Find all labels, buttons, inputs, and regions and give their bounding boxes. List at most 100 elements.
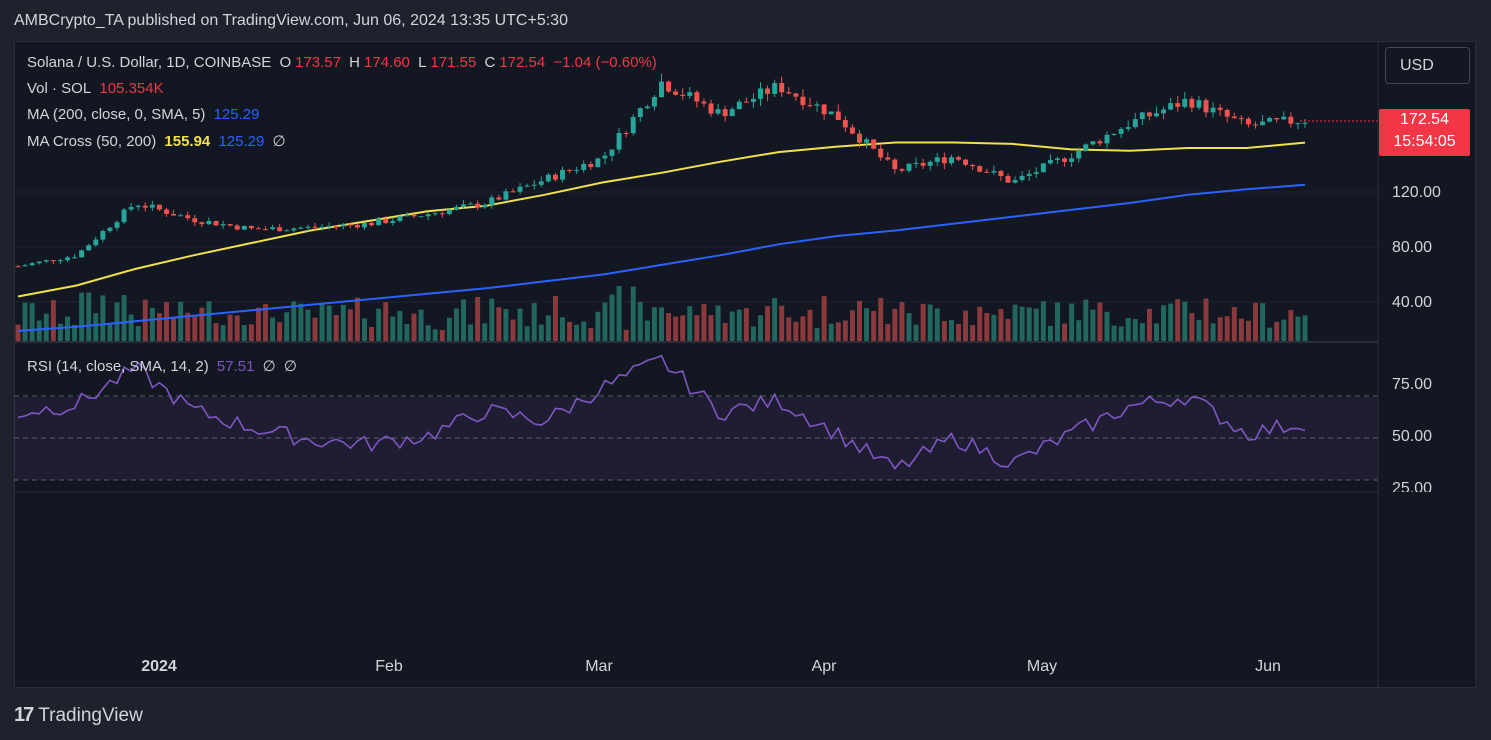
high-label: H 174.60 xyxy=(349,54,410,71)
price-tick: 120.00 xyxy=(1392,184,1441,201)
currency-button[interactable]: USD xyxy=(1385,47,1470,84)
candle-body xyxy=(941,157,947,164)
candle-body xyxy=(199,222,205,225)
candle-body xyxy=(284,230,290,232)
candle-body xyxy=(432,213,438,215)
rsi-tick: 75.00 xyxy=(1392,376,1433,393)
volume-bar xyxy=(206,301,212,342)
date-tick: May xyxy=(1026,658,1058,675)
candle-body xyxy=(1295,123,1301,125)
candle-body xyxy=(305,226,311,228)
candle-body xyxy=(326,226,332,228)
volume-bar xyxy=(680,315,686,342)
volume-bar xyxy=(1302,315,1308,342)
volume-bar xyxy=(772,298,778,342)
volume-bar xyxy=(920,303,926,342)
candle-body xyxy=(552,174,558,180)
volume-bar xyxy=(164,302,169,342)
legend-volume[interactable]: Vol · SOL 105.354K xyxy=(27,80,168,97)
candle-body xyxy=(496,197,502,200)
tradingview-footer[interactable]: 17 TradingView xyxy=(14,704,143,727)
candle-body xyxy=(1069,158,1075,162)
volume-bar xyxy=(468,324,474,342)
candle-body xyxy=(602,155,608,159)
volume-bar xyxy=(475,296,481,342)
candle-body xyxy=(1139,112,1145,120)
legend-ohlc[interactable]: Solana / U.S. Dollar, 1D, COINBASE O 173.… xyxy=(27,54,661,71)
volume-bar xyxy=(864,308,870,342)
volume-bar xyxy=(1189,313,1195,342)
volume-bar xyxy=(192,316,198,342)
volume-bar xyxy=(849,310,855,342)
volume-bar xyxy=(857,300,862,342)
candle-body xyxy=(418,216,424,218)
candle-body xyxy=(871,139,877,149)
volume-bar xyxy=(828,323,834,342)
candle-body xyxy=(277,227,283,232)
volume-bar xyxy=(390,316,396,342)
volume-bar xyxy=(156,313,162,342)
candle-body xyxy=(948,157,954,164)
candle-body xyxy=(36,261,42,264)
candle-body xyxy=(79,250,85,258)
volume-bar xyxy=(397,310,403,342)
candle-body xyxy=(72,257,78,259)
candle-body xyxy=(701,101,707,104)
volume-bar xyxy=(800,316,806,342)
volume-bar xyxy=(100,295,106,342)
bar-countdown: 15:54:05 xyxy=(1393,133,1456,150)
volume-bar xyxy=(1026,307,1032,342)
volume-bar xyxy=(277,322,283,342)
volume-bar xyxy=(22,302,28,342)
candle-body xyxy=(779,82,785,93)
candle-body xyxy=(1005,176,1011,183)
volume-bar xyxy=(623,329,629,342)
legend-ma-cross[interactable]: MA Cross (50, 200) 155.94 125.29 ∅ xyxy=(27,132,290,150)
candle-body xyxy=(906,163,912,171)
candle-body xyxy=(878,148,884,158)
candle-body xyxy=(1238,118,1244,120)
volume-bar xyxy=(1055,302,1060,342)
volume-bar xyxy=(743,308,749,342)
candle-body xyxy=(453,206,459,210)
volume-bar xyxy=(1238,318,1244,342)
rsi-value: 57.51 xyxy=(216,358,255,375)
close-label: C 172.54 xyxy=(484,54,546,71)
candle-body xyxy=(687,92,693,96)
volume-bar xyxy=(15,324,21,342)
candles xyxy=(15,73,1308,268)
volume-bar xyxy=(439,329,445,342)
legend-ma[interactable]: MA (200, close, 0, SMA, 5) 125.29 xyxy=(27,106,263,123)
volume-bar xyxy=(1161,305,1167,342)
volume-bar xyxy=(312,317,318,342)
volume-bar xyxy=(1267,327,1273,342)
candle-body xyxy=(659,81,664,98)
candle-body xyxy=(86,245,92,251)
candle-body xyxy=(814,104,820,106)
tradingview-logo-icon: 17 xyxy=(14,704,34,726)
candle-body xyxy=(1274,117,1280,120)
volume-bar xyxy=(1069,303,1075,342)
volume-bar xyxy=(899,302,905,342)
legend-rsi[interactable]: RSI (14, close, SMA, 14, 2) 57.51 ∅ ∅ xyxy=(27,357,301,375)
volume-bar xyxy=(298,303,304,342)
candle-body xyxy=(347,224,353,226)
volume-bar xyxy=(722,322,728,342)
candle-body xyxy=(984,171,990,173)
volume-bar xyxy=(411,313,417,342)
candle-body xyxy=(241,225,247,230)
candle-body xyxy=(1026,173,1032,176)
candle-body xyxy=(1062,158,1068,162)
volume-bar xyxy=(977,306,983,342)
volume-bar xyxy=(637,301,643,342)
volume-bar xyxy=(906,313,912,342)
candle-body xyxy=(828,111,834,115)
vol-value: 105.354K xyxy=(99,80,164,97)
volume-bar xyxy=(552,295,558,342)
volume-bar xyxy=(1253,302,1258,342)
candle-body xyxy=(489,197,495,205)
brand-label: TradingView xyxy=(38,704,143,726)
candle-body xyxy=(673,91,679,95)
volume-bar xyxy=(1139,323,1145,342)
candle-body xyxy=(1281,116,1287,120)
